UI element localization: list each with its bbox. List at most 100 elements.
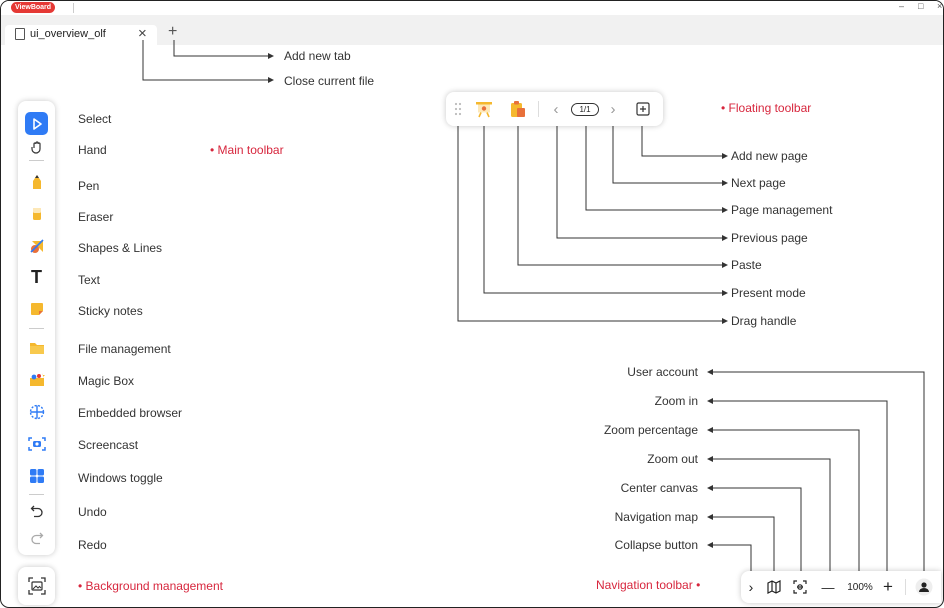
- background-icon: [27, 577, 46, 595]
- next-page-button[interactable]: ›: [604, 92, 622, 126]
- present-mode-connector: [483, 118, 722, 294]
- browser-tool[interactable]: [25, 400, 48, 423]
- user-account-button[interactable]: [913, 571, 935, 603]
- add-new-page-label: Add new page: [731, 149, 808, 163]
- eraser-label: Eraser: [78, 210, 114, 224]
- main-toolbar-callout: • Main toolbar: [210, 143, 284, 157]
- pen-label: Pen: [78, 179, 100, 193]
- previous-page-button[interactable]: ‹: [547, 92, 565, 126]
- navigation-map-button[interactable]: [765, 571, 783, 603]
- sticky-notes-label: Sticky notes: [78, 304, 143, 318]
- drag-handle[interactable]: [452, 92, 464, 126]
- paste-button[interactable]: [507, 92, 529, 126]
- redo-button[interactable]: [25, 526, 48, 549]
- sticky-notes-tool[interactable]: [25, 297, 48, 320]
- center-canvas-label: Center canvas: [620, 481, 698, 495]
- magic-box-icon: [29, 372, 45, 386]
- floating-toolbar: ‹ 1/1 ›: [446, 92, 663, 126]
- shapes-tool[interactable]: [25, 234, 48, 257]
- previous-page-label: Previous page: [731, 231, 808, 245]
- screencast-icon: [27, 436, 46, 451]
- windows-toggle-tool[interactable]: [25, 464, 48, 487]
- screencast-label: Screencast: [78, 438, 139, 452]
- file-management-label: File management: [78, 342, 171, 356]
- navigation-map-connector: [713, 516, 775, 575]
- shapes-label: Shapes & Lines: [78, 241, 163, 255]
- navigation-toolbar: › — 100% +: [741, 571, 941, 603]
- zoom-percentage-connector: [713, 429, 860, 575]
- zoom-percentage-label: Zoom percentage: [603, 423, 698, 437]
- add-new-tab-label: Add new tab: [284, 49, 351, 63]
- eraser-tool[interactable]: [25, 202, 48, 225]
- center-canvas-button[interactable]: [791, 571, 809, 603]
- magic-box-tool[interactable]: [25, 368, 48, 391]
- close-file-connector: [142, 40, 268, 81]
- pen-icon: [32, 174, 41, 189]
- nav-divider: [905, 579, 906, 595]
- embedded-browser-label: Embedded browser: [78, 406, 183, 420]
- background-management-callout: • Background management: [78, 579, 223, 593]
- windows-icon: [29, 468, 44, 483]
- present-mode-button[interactable]: [473, 92, 495, 126]
- app-window: ViewBoard – □ × ui_overview_olf × + Add …: [0, 0, 944, 608]
- add-page-icon: [636, 102, 650, 116]
- navigation-toolbar-callout: Navigation toolbar •: [596, 578, 701, 592]
- select-label: Select: [78, 112, 112, 126]
- zoom-out-label: Zoom out: [647, 452, 698, 466]
- folder-icon: [29, 342, 44, 354]
- zoom-in-button[interactable]: +: [879, 571, 897, 603]
- add-tab-connector: [173, 40, 268, 57]
- zoom-out-button[interactable]: —: [819, 571, 837, 603]
- collapse-button[interactable]: ›: [743, 571, 759, 603]
- background-management-callout-text: Background management: [85, 579, 223, 593]
- present-mode-icon: [476, 102, 492, 118]
- toolbar-divider: [29, 494, 44, 495]
- background-management-button[interactable]: [18, 567, 55, 605]
- main-toolbar: T: [18, 101, 55, 555]
- toolbar-divider: [29, 160, 44, 161]
- text-tool[interactable]: T: [25, 266, 48, 289]
- previous-page-connector: [556, 118, 722, 239]
- floating-divider: [538, 101, 539, 117]
- windows-toggle-label: Windows toggle: [78, 471, 163, 485]
- paste-connector: [517, 118, 722, 266]
- file-management-tool[interactable]: [25, 336, 48, 359]
- select-arrow-icon: [32, 117, 42, 130]
- hand-tool[interactable]: [25, 135, 48, 158]
- text-icon: T: [31, 267, 42, 287]
- page-indicator: 1/1: [571, 102, 599, 116]
- hand-icon: [30, 140, 41, 154]
- page-management-button[interactable]: 1/1: [570, 92, 600, 126]
- pen-tool[interactable]: [25, 170, 48, 193]
- drag-handle-connector: [457, 118, 722, 322]
- redo-icon: [30, 532, 43, 544]
- add-page-button[interactable]: [632, 92, 654, 126]
- sticky-note-icon: [30, 302, 43, 315]
- main-toolbar-callout-text: Main toolbar: [217, 143, 284, 157]
- navigation-map-label: Navigation map: [614, 510, 698, 524]
- undo-button[interactable]: [25, 499, 48, 522]
- toolbar-divider: [29, 328, 44, 329]
- screencast-tool[interactable]: [25, 432, 48, 455]
- user-avatar-icon: [915, 578, 933, 596]
- zoom-percentage[interactable]: 100%: [842, 571, 878, 603]
- user-account-label: User account: [627, 365, 698, 379]
- paste-icon: [511, 101, 525, 117]
- undo-icon: [30, 505, 43, 517]
- close-current-file-label: Close current file: [284, 74, 375, 88]
- center-canvas-connector: [713, 487, 802, 575]
- page-management-connector: [585, 118, 722, 211]
- present-mode-label: Present mode: [731, 286, 806, 300]
- zoom-in-label: Zoom in: [654, 394, 698, 408]
- floating-toolbar-callout: • Floating toolbar: [721, 101, 812, 115]
- paste-label: Paste: [731, 258, 762, 272]
- text-label: Text: [78, 273, 101, 287]
- select-tool[interactable]: [25, 112, 48, 135]
- redo-label: Redo: [78, 538, 107, 552]
- floating-toolbar-callout-text: Floating toolbar: [728, 101, 812, 115]
- page-management-label: Page management: [731, 203, 833, 217]
- navigation-toolbar-callout-text: Navigation toolbar: [596, 578, 693, 592]
- center-canvas-icon: [793, 580, 807, 594]
- hand-label: Hand: [78, 143, 107, 157]
- globe-icon: [29, 404, 44, 419]
